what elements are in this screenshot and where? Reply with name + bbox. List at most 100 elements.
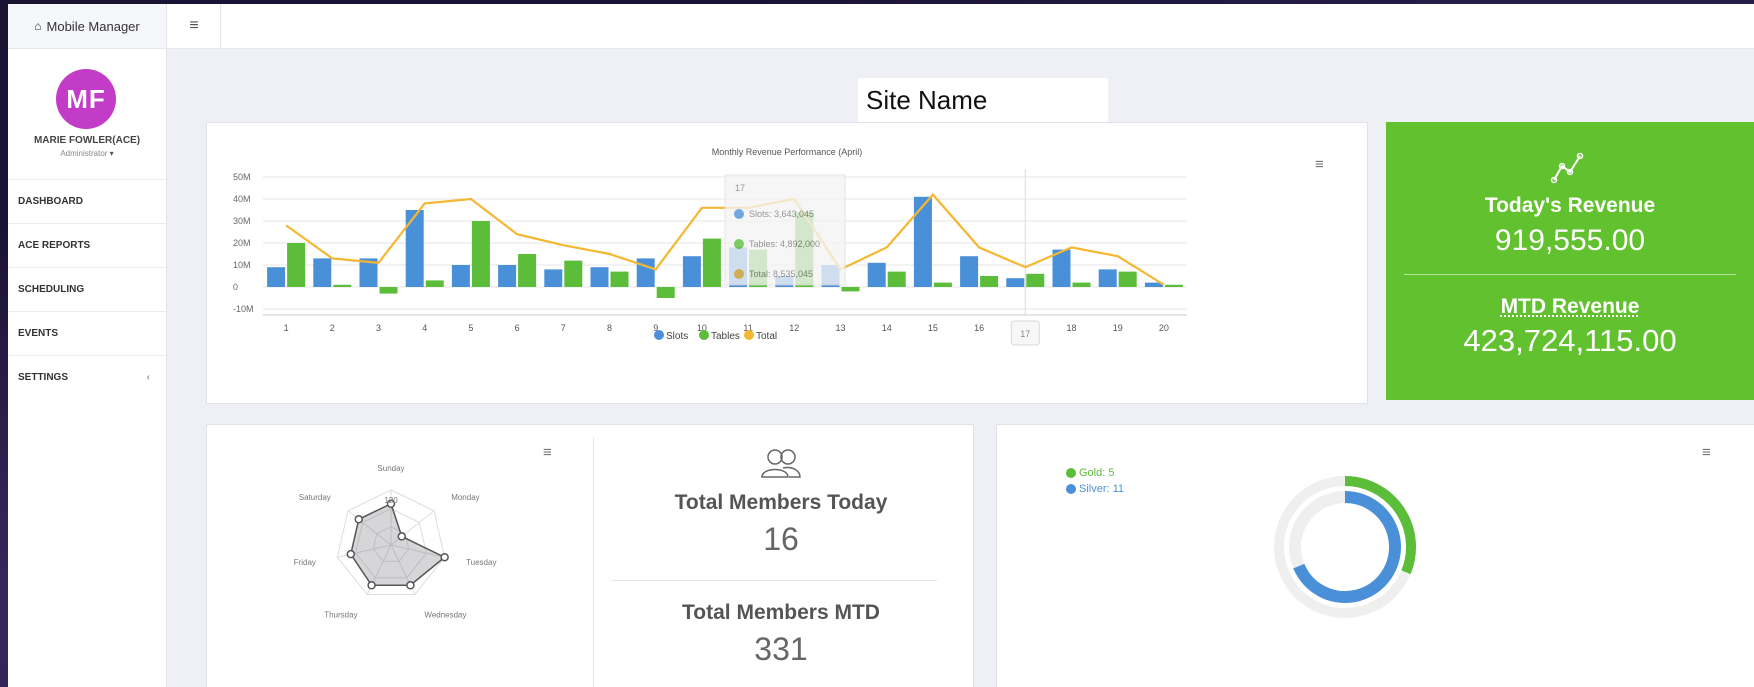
sidebar-item-label: ACE REPORTS [18, 240, 91, 251]
mtd-revenue-value: 423,724,115.00 [1463, 323, 1677, 358]
legend-item-silver[interactable]: Silver: 11 [1066, 483, 1124, 495]
legend-dot [1066, 468, 1076, 478]
sidebar-item-settings[interactable]: SETTINGS ‹ [8, 355, 166, 399]
x-tick-label: 3 [376, 323, 381, 333]
sidebar-item-dashboard[interactable]: DASHBOARD [8, 179, 166, 223]
x-tick-label: 16 [974, 323, 984, 333]
legend-dot [699, 330, 709, 340]
tooltip-header: 17 [735, 183, 745, 193]
y-tick-label: 20M [233, 238, 251, 248]
slots-bar [544, 269, 563, 287]
slots-bar [405, 210, 424, 287]
slots-bar [498, 265, 517, 287]
tooltip-dot [734, 269, 744, 279]
tables-bar [1164, 284, 1183, 287]
y-tick-label: 40M [233, 194, 251, 204]
sidebar-item-ace-reports[interactable]: ACE REPORTS [8, 223, 166, 267]
y-tick-label: 30M [233, 216, 251, 226]
tooltip: 17 Slots: 3,643,045 Tables: 4,892,000 Total… [724, 174, 846, 286]
members-divider [611, 580, 937, 581]
tables-bar [841, 287, 860, 292]
slots-bar [451, 265, 470, 287]
slots-bar [1098, 269, 1117, 287]
radar-axis-label: Friday [294, 558, 316, 567]
hamburger-menu-icon[interactable]: ≡ [168, 4, 221, 48]
slots-bar [867, 262, 886, 287]
home-icon: ⌂ [34, 19, 42, 33]
x-tick-label: 20 [1159, 323, 1169, 333]
radar-axis-label: Wednesday [424, 610, 466, 619]
avatar[interactable]: MF [56, 69, 116, 129]
chart-menu-icon[interactable]: ≡ [1702, 445, 1711, 460]
slots-bar [267, 267, 286, 287]
tooltip-row: Slots: 3,643,045 [749, 209, 814, 219]
revenue-summary-card: Today's Revenue 919,555.00 MTD Revenue 4… [1386, 122, 1754, 400]
sidebar-nav: DASHBOARD ACE REPORTS SCHEDULING EVENTS … [8, 179, 166, 399]
revenue-chart-card: Monthly Revenue Performance (April) ≡ 50… [206, 122, 1368, 404]
tables-bar [980, 276, 999, 287]
members-card: ≡ Sunday Monday Tuesday Wednesday Thursday Fr… [206, 424, 974, 687]
slots-bar [1006, 278, 1025, 287]
sidebar-item-events[interactable]: EVENTS [8, 311, 166, 355]
x-tick-label: 5 [468, 323, 473, 333]
slots-bar [913, 196, 932, 287]
radar-point [406, 581, 415, 590]
y-tick-label: 50M [233, 172, 251, 182]
legend-label: Gold: 5 [1079, 467, 1115, 479]
members-mtd-value: 331 [754, 631, 808, 667]
x-tick-label: 15 [928, 323, 938, 333]
tables-bar [564, 260, 583, 287]
site-name-header: Site Name [858, 78, 1108, 122]
members-today-label: Total Members Today [674, 491, 888, 514]
x-tick-label: 4 [422, 323, 427, 333]
user-role-dropdown[interactable]: Administrator ▾ [8, 149, 166, 158]
slots-bar [960, 256, 979, 287]
tables-bar [379, 287, 398, 294]
x-tick-label: 8 [607, 323, 612, 333]
legend-item-gold[interactable]: Gold: 5 [1066, 467, 1114, 479]
radar-point [440, 552, 449, 562]
membership-tier-card: ≡ Gold: 5 Silver: 11 [996, 424, 1754, 687]
radar-axis-label: Saturday [299, 493, 331, 502]
tables-bar [333, 284, 352, 287]
x-tick-label: 19 [1113, 323, 1123, 333]
legend-dot [654, 330, 664, 340]
x-tick-label: 12 [789, 323, 799, 333]
tables-bar [287, 243, 306, 287]
x-tick-label: 14 [882, 323, 892, 333]
membership-donut-chart [1274, 476, 1416, 618]
weekday-radar-chart: Sunday Monday Tuesday Wednesday Thursday Frid… [294, 464, 497, 619]
legend-label: Silver: 11 [1079, 483, 1125, 495]
radar-axis-label: Monday [451, 493, 479, 502]
legend-label: Tables [711, 331, 740, 342]
y-tick-label: -10M [233, 304, 254, 314]
tables-bar [471, 221, 490, 287]
sidebar-item-scheduling[interactable]: SCHEDULING [8, 267, 166, 311]
x-tick-label: 18 [1066, 323, 1076, 333]
sidebar-item-label: DASHBOARD [18, 196, 83, 207]
tooltip-dot [734, 239, 744, 249]
brand-link[interactable]: ⌂ Mobile Manager [8, 4, 167, 48]
members-mtd-label: Total Members MTD [682, 601, 880, 624]
todays-revenue-label: Today's Revenue [1484, 194, 1656, 217]
top-bar: ⌂ Mobile Manager ≡ [8, 4, 1754, 49]
legend-dot [744, 330, 754, 340]
tables-bar [702, 238, 721, 287]
sidebar-item-label: SCHEDULING [18, 284, 85, 295]
tables-bar [1026, 273, 1045, 287]
trend-line-icon [1550, 152, 1584, 184]
members-icon [761, 449, 801, 478]
radar-point [354, 515, 363, 524]
radar-axis-label: Tuesday [466, 558, 496, 567]
tooltip-row: Total: 8,535,045 [749, 269, 813, 279]
sidebar-item-label: EVENTS [18, 328, 59, 339]
tables-bar [656, 287, 675, 298]
radar-point [397, 532, 407, 541]
tables-bar [1072, 282, 1091, 287]
tooltip-row: Tables: 4,892,000 [749, 239, 820, 249]
x-tick-label: 1 [284, 323, 289, 333]
caret-down-icon: ▾ [109, 149, 114, 158]
slots-bar [682, 256, 701, 287]
user-name: MARIE FOWLER(ACE) [33, 135, 141, 146]
tables-bar [887, 271, 906, 287]
